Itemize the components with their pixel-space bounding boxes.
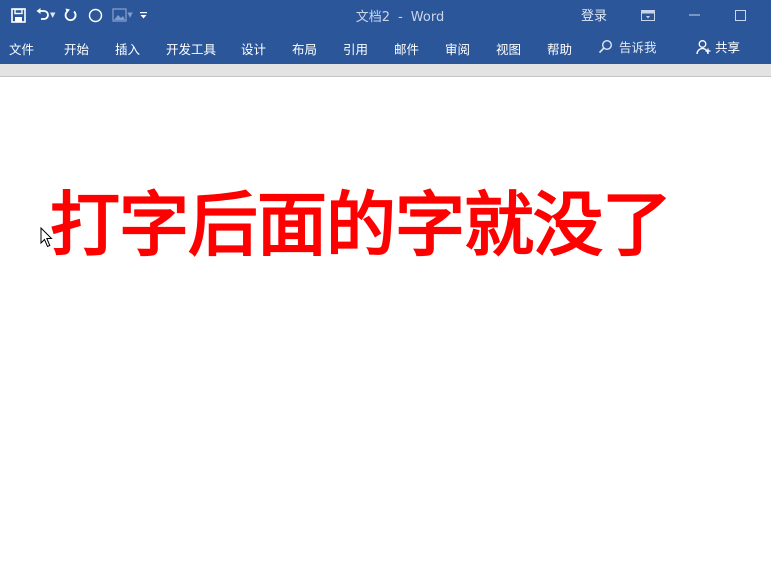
share-button[interactable]: 共享 [696, 37, 740, 56]
signin-link[interactable]: 登录 [581, 5, 607, 24]
maximize-icon [734, 9, 746, 21]
tab-layout[interactable]: 布局 [292, 39, 317, 58]
undo-icon [36, 8, 49, 20]
customize-icon [140, 11, 148, 18]
circle-icon [88, 8, 103, 22]
share-label: 共享 [715, 40, 741, 55]
tab-references[interactable]: 引用 [343, 39, 368, 58]
ribbon-display-icon [641, 9, 655, 21]
image-icon [112, 8, 127, 22]
window-title: 文档2- Word [300, 6, 500, 25]
customize-qat-button[interactable] [137, 3, 151, 27]
search-icon [598, 39, 613, 54]
tab-file[interactable]: 文件 [9, 39, 35, 58]
save-icon [10, 7, 26, 23]
tab-design[interactable]: 设计 [241, 39, 266, 58]
app-name: Word [410, 10, 445, 25]
mouse-pointer-icon [40, 227, 53, 248]
maximize-button[interactable] [717, 0, 763, 30]
title-bar: ▼ ▼ 文档2- Word 登录 [0, 0, 771, 30]
tab-view[interactable]: 视图 [496, 39, 521, 58]
document-body-text[interactable]: 打字后面的字就没了 [50, 185, 672, 265]
redo-button[interactable] [59, 3, 83, 27]
picture-button[interactable] [107, 3, 131, 27]
minimize-button[interactable] [671, 0, 717, 30]
tab-mailings[interactable]: 邮件 [394, 39, 419, 58]
tab-developer[interactable]: 开发工具 [166, 39, 216, 58]
undo-button[interactable] [30, 3, 54, 27]
tab-review[interactable]: 审阅 [445, 39, 470, 58]
ribbon-display-options-button[interactable] [625, 0, 671, 30]
title-separator: - [398, 10, 403, 25]
add-person-icon [696, 39, 711, 54]
ruler [0, 64, 771, 77]
save-button[interactable] [6, 3, 30, 27]
minimize-icon [688, 14, 700, 16]
tell-me-label: 告诉我 [619, 40, 657, 55]
tab-help[interactable]: 帮助 [547, 39, 572, 58]
redo-icon [65, 8, 77, 22]
quick-access-toolbar: ▼ ▼ [6, 3, 151, 27]
tab-insert[interactable]: 插入 [115, 39, 140, 58]
document-page[interactable]: 打字后面的字就没了 [0, 77, 771, 577]
tab-home[interactable]: 开始 [64, 39, 89, 58]
ribbon-tab-bar: 文件 开始 插入 开发工具 设计 布局 引用 邮件 审阅 视图 帮助 告诉我 共… [0, 30, 771, 64]
shape-button[interactable] [83, 3, 107, 27]
document-name: 文档2 [355, 10, 391, 25]
tell-me-search[interactable]: 告诉我 [598, 37, 657, 56]
